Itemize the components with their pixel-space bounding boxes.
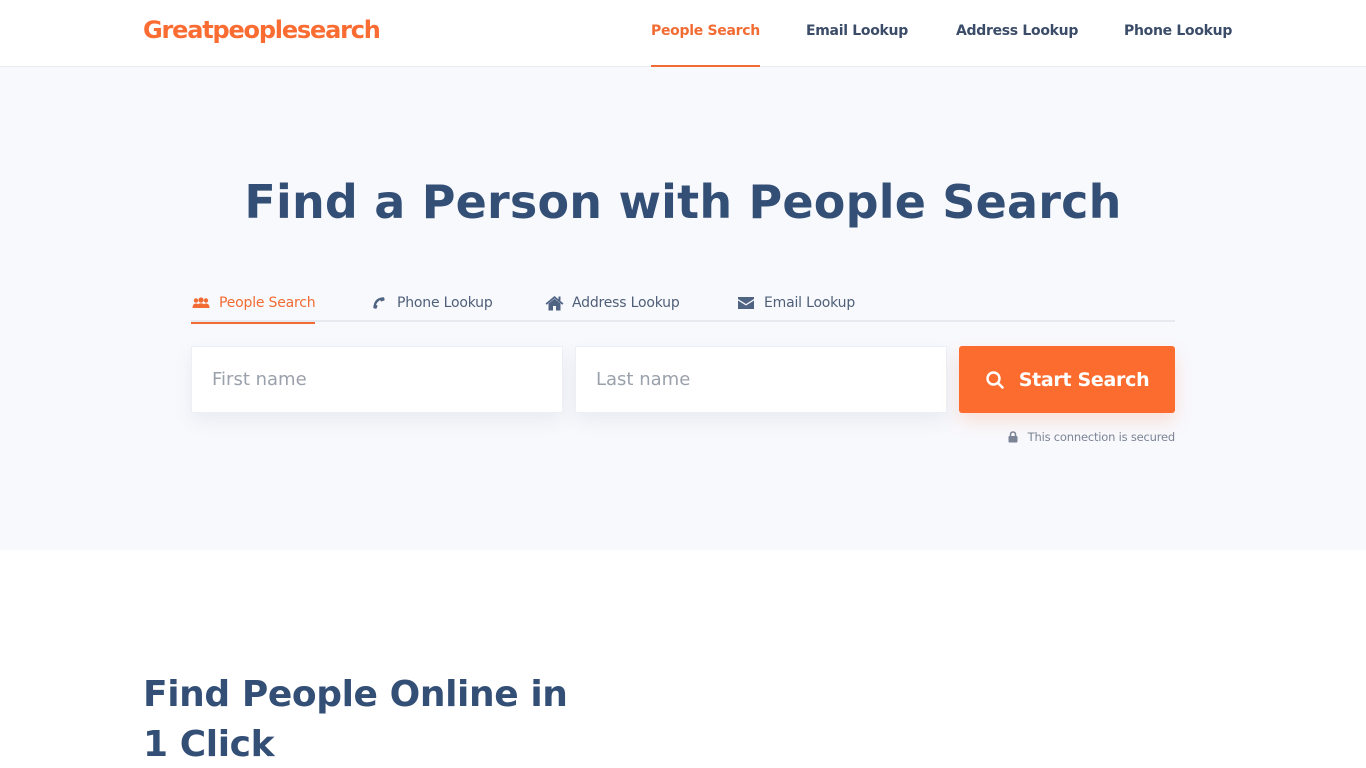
- nav-people-search[interactable]: People Search: [651, 0, 760, 67]
- envelope-icon: [736, 295, 756, 311]
- search-tabs: People Search Phone Lookup Address Looku…: [191, 284, 1175, 324]
- logo[interactable]: Greatpeoplesearch: [143, 16, 381, 44]
- tab-label: Address Lookup: [572, 295, 680, 311]
- nav-phone-lookup[interactable]: Phone Lookup: [1124, 0, 1232, 67]
- tab-label: Phone Lookup: [397, 295, 493, 311]
- first-name-field: [191, 346, 563, 413]
- tab-people-search[interactable]: People Search: [191, 284, 316, 324]
- tab-address-lookup[interactable]: Address Lookup: [544, 284, 680, 322]
- site-header: Greatpeoplesearch People Search Email Lo…: [0, 0, 1366, 67]
- nav-email-lookup[interactable]: Email Lookup: [806, 0, 908, 67]
- tab-label: Email Lookup: [764, 295, 856, 311]
- secure-text: This connection is secured: [1027, 430, 1176, 444]
- phone-icon: [369, 295, 389, 311]
- tab-phone-lookup[interactable]: Phone Lookup: [369, 284, 493, 322]
- home-icon: [544, 295, 564, 311]
- hero-section: Find a Person with People Search People …: [0, 67, 1366, 550]
- section-title: Find People Online in 1 Click: [143, 674, 568, 765]
- secure-note: This connection is secured: [1008, 430, 1175, 444]
- start-search-label: Start Search: [1018, 368, 1150, 391]
- users-icon: [191, 295, 211, 311]
- tab-email-lookup[interactable]: Email Lookup: [736, 284, 855, 322]
- tab-label: People Search: [219, 295, 316, 311]
- first-name-input[interactable]: [192, 347, 562, 412]
- hero-title: Find a Person with People Search: [244, 175, 1122, 229]
- start-search-button[interactable]: Start Search: [959, 346, 1175, 413]
- last-name-field: [575, 346, 947, 413]
- last-name-input[interactable]: [576, 347, 946, 412]
- search-icon: [985, 370, 1005, 390]
- lock-icon: [1008, 431, 1018, 443]
- nav-address-lookup[interactable]: Address Lookup: [956, 0, 1078, 67]
